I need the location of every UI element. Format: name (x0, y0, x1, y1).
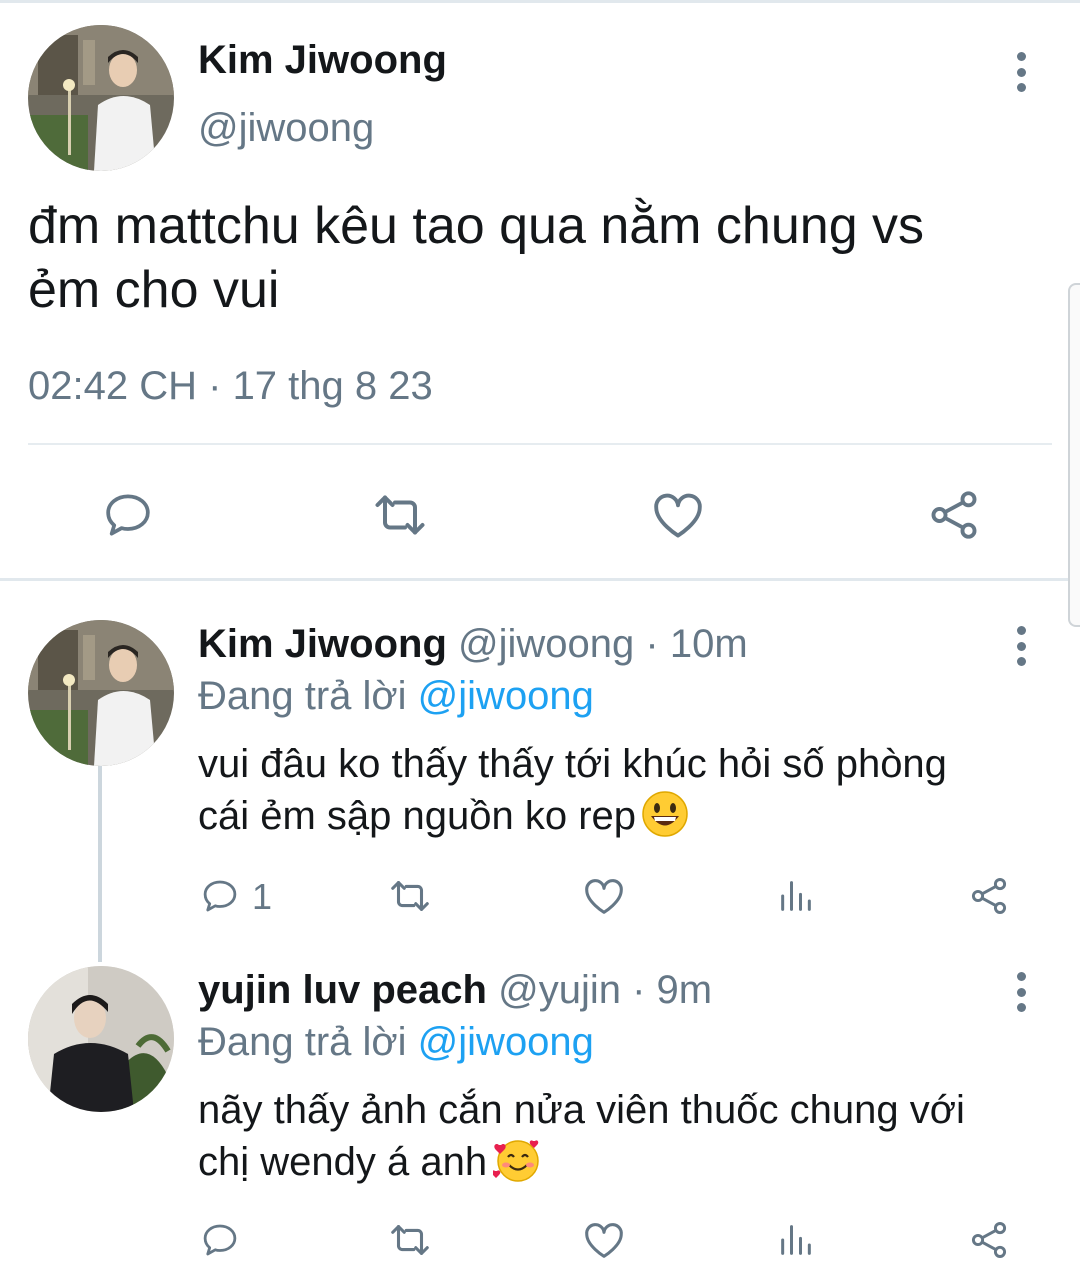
reply-header: yujin luv peach @yujin · 9m (198, 968, 712, 1013)
thread-line (98, 766, 102, 962)
handle[interactable]: @yujin (498, 968, 621, 1012)
reply-age: 10m (669, 622, 748, 666)
handle[interactable]: @jiwoong (198, 106, 374, 151)
timestamp-separator: · (208, 364, 222, 408)
dot-separator: · (645, 622, 659, 666)
timestamp: 02:42 CH · 17 thg 8 23 (28, 364, 433, 409)
replying-to: Đang trả lời @jiwoong (198, 1020, 594, 1065)
retweet-icon[interactable] (386, 1218, 434, 1262)
tweet-text: đm mattchu kêu tao qua nằm chung vs ẻm c… (28, 194, 924, 322)
divider (28, 443, 1052, 445)
reply-age: 9m (656, 968, 713, 1012)
more-options-icon[interactable] (1014, 626, 1028, 666)
tweet-text-line: ẻm cho vui (28, 261, 280, 319)
analytics-icon[interactable] (774, 874, 818, 918)
section-separator (0, 578, 1080, 581)
reply-text-line: nãy thấy ảnh cắn nửa viên thuốc chung vớ… (198, 1088, 965, 1132)
more-options-icon[interactable] (1014, 52, 1028, 92)
reply-header: Kim Jiwoong @jiwoong · 10m (198, 622, 748, 667)
reply-icon[interactable] (198, 1218, 242, 1262)
reply-text-line: chị wendy á anh (198, 1136, 965, 1188)
like-icon[interactable] (580, 874, 628, 918)
reply-text-line-content: cái ẻm sập nguồn ko rep (198, 794, 637, 838)
reply-icon[interactable] (198, 874, 242, 918)
scrollbar[interactable] (1068, 283, 1080, 627)
reply-text-line: cái ẻm sập nguồn ko rep (198, 790, 947, 842)
share-icon[interactable] (922, 483, 986, 547)
replying-prefix: Đang trả lời (198, 674, 407, 718)
retweet-icon[interactable] (386, 874, 434, 918)
avatar[interactable] (28, 966, 174, 1112)
like-icon[interactable] (646, 483, 710, 547)
mention-link[interactable]: @jiwoong (418, 1020, 594, 1064)
grinning-face-icon (642, 791, 688, 837)
retweet-icon[interactable] (368, 483, 432, 547)
analytics-icon[interactable] (774, 1218, 818, 1262)
tweet-text-line: đm mattchu kêu tao qua nằm chung vs (28, 197, 925, 255)
reply-text: nãy thấy ảnh cắn nửa viên thuốc chung vớ… (198, 1084, 965, 1188)
avatar[interactable] (28, 25, 174, 171)
display-name[interactable]: yujin luv peach (198, 968, 487, 1012)
reply-count: 1 (252, 876, 273, 917)
more-options-icon[interactable] (1014, 972, 1028, 1012)
tweet-time: 02:42 CH (28, 364, 197, 408)
top-divider (0, 0, 1080, 3)
reply-text: vui đâu ko thấy thấy tới khúc hỏi số phò… (198, 738, 947, 842)
display-name[interactable]: Kim Jiwoong (198, 38, 447, 83)
dot-separator: · (632, 968, 646, 1012)
share-icon[interactable] (966, 874, 1012, 918)
reply-text-line-content: chị wendy á anh (198, 1140, 488, 1184)
reply-text-line: vui đâu ko thấy thấy tới khúc hỏi số phò… (198, 742, 947, 786)
like-icon[interactable] (580, 1218, 628, 1262)
display-name[interactable]: Kim Jiwoong (198, 622, 447, 666)
smiling-face-with-hearts-icon (491, 1137, 539, 1183)
tweet-date: 17 thg 8 23 (232, 364, 433, 408)
mention-link[interactable]: @jiwoong (418, 674, 594, 718)
reply-icon[interactable] (96, 483, 160, 547)
replying-to: Đang trả lời @jiwoong (198, 674, 594, 719)
avatar[interactable] (28, 620, 174, 766)
share-icon[interactable] (966, 1218, 1012, 1262)
replying-prefix: Đang trả lời (198, 1020, 407, 1064)
handle[interactable]: @jiwoong (458, 622, 634, 666)
